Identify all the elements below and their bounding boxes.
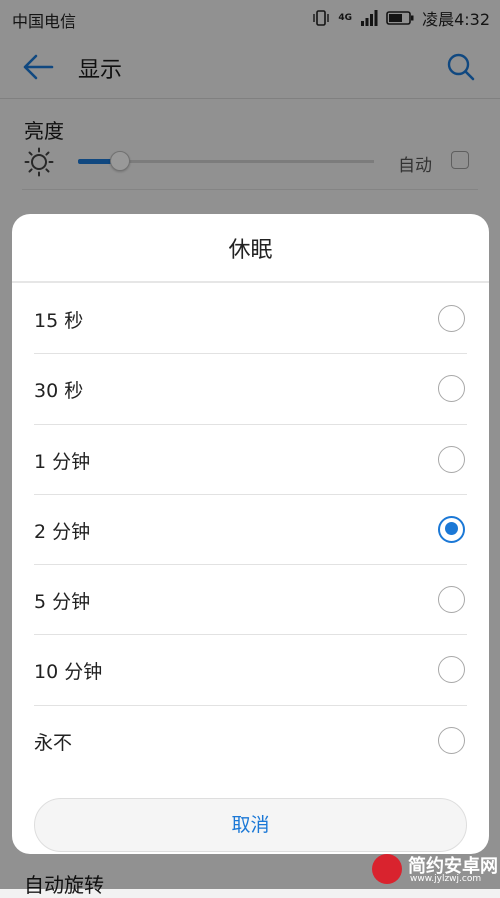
- option-label: 15 秒: [34, 310, 84, 332]
- radio-button[interactable]: [438, 515, 465, 543]
- sleep-option-5min[interactable]: 5 分钟: [34, 565, 467, 636]
- sleep-dialog: 休眠 15 秒 30 秒 1 分钟 2 分钟 5 分钟 10 分钟 永不 取消: [12, 214, 489, 854]
- radio-button[interactable]: [438, 375, 465, 403]
- sleep-option-10min[interactable]: 10 分钟: [34, 635, 467, 706]
- sleep-option-2min[interactable]: 2 分钟: [34, 495, 467, 566]
- option-label: 1 分钟: [34, 450, 91, 473]
- radio-button[interactable]: [438, 305, 465, 332]
- android-logo-icon: [372, 854, 402, 884]
- sleep-options-list: 15 秒 30 秒 1 分钟 2 分钟 5 分钟 10 分钟 永不: [34, 284, 467, 776]
- sleep-option-30s[interactable]: 30 秒: [34, 354, 467, 425]
- dialog-title-divider: [12, 281, 489, 283]
- option-label: 2 分钟: [34, 520, 91, 543]
- sleep-option-15s[interactable]: 15 秒: [34, 284, 467, 355]
- option-label: 10 分钟: [34, 661, 103, 684]
- option-label: 5 分钟: [34, 591, 91, 614]
- option-label: 30 秒: [34, 380, 84, 403]
- sleep-option-1min[interactable]: 1 分钟: [34, 425, 467, 495]
- dialog-title: 休眠: [228, 238, 273, 263]
- cancel-button[interactable]: 取消: [34, 798, 467, 852]
- radio-button[interactable]: [438, 656, 465, 684]
- watermark-url: www.jylzwj.com: [410, 874, 482, 884]
- sleep-option-never[interactable]: 永不: [34, 706, 467, 776]
- site-watermark: 简约安卓网 www.jylzwj.com: [370, 852, 498, 888]
- option-label: 永不: [34, 731, 73, 754]
- radio-button[interactable]: [438, 726, 465, 754]
- radio-button[interactable]: [438, 586, 465, 614]
- radio-button[interactable]: [438, 445, 465, 473]
